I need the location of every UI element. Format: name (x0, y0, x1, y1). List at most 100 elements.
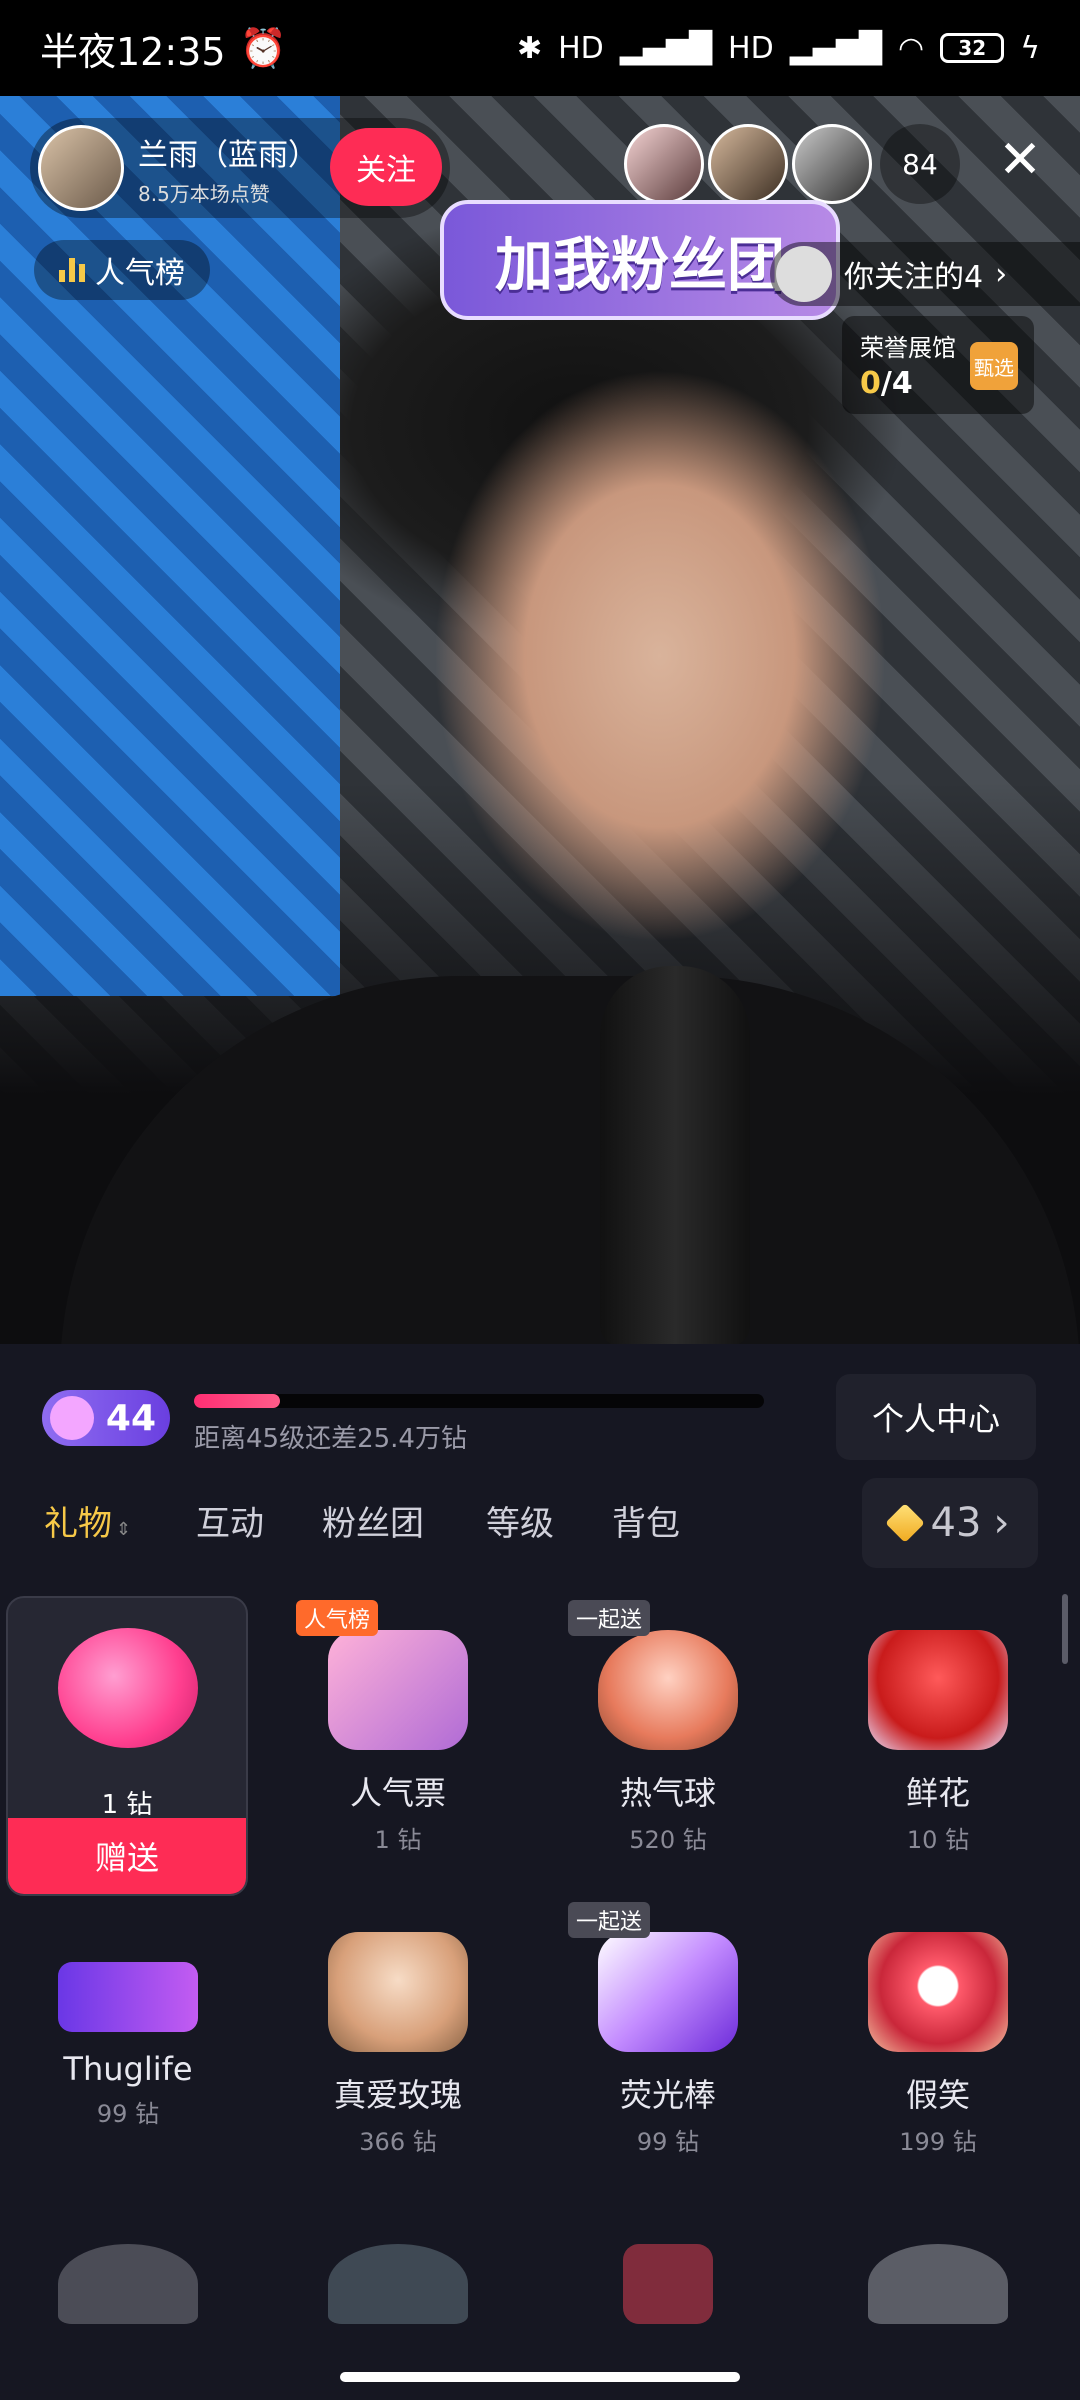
level-icon (50, 1396, 94, 1440)
gift-price: 199 钻 (899, 2128, 977, 2156)
gift-item-selected[interactable]: 1 钻 赠送 (6, 1596, 248, 1896)
honor-hall-done: 0 (860, 366, 881, 401)
honor-selection-icon: 甄选 (970, 342, 1018, 390)
gift-name: 真爱玫瑰 (333, 2076, 462, 2114)
gift-item[interactable]: 一起送 荧光棒 99 钻 (548, 1902, 788, 2157)
battery-icon: 32 (940, 33, 1005, 63)
host-name: 兰雨（蓝雨） (138, 137, 318, 173)
honor-hall-progress: 0/4 (860, 366, 913, 401)
viewer-avatar[interactable] (624, 124, 704, 204)
alarm-icon: ⏰ (239, 25, 287, 70)
level-progress-hint: 距离45级还差25.4万钻 (194, 1424, 467, 1454)
tab-level[interactable]: 等级 (486, 1496, 554, 1545)
signal-icon: ▂▄▆█ (789, 30, 883, 66)
background-wall (0, 96, 340, 996)
host-body (60, 976, 1080, 1344)
honor-hall-title: 荣誉展馆 (860, 334, 956, 362)
gift-icon (623, 2244, 713, 2324)
popularity-label: 人气榜 (95, 256, 185, 291)
following-label: 你关注的4 (844, 260, 984, 295)
gift-tag: 一起送 (568, 1902, 651, 1938)
following-entry[interactable]: 你关注的4 › (770, 242, 1080, 306)
chevron-right-icon: › (995, 256, 1008, 292)
status-bar: 半夜12:35 ⏰ ✱ HD ▂▄▆█ HD ▂▄▆█ ◠ 32 ϟ (0, 0, 1080, 96)
chevron-right-icon: › (993, 1500, 1010, 1546)
gift-price: 366 钻 (359, 2128, 437, 2156)
level-progress-fill (194, 1394, 280, 1408)
viewer-avatar[interactable] (708, 124, 788, 204)
gift-item[interactable]: 假笑 199 钻 (818, 1932, 1058, 2157)
chart-bars-icon (59, 258, 85, 282)
gift-item[interactable]: 一起送 热气球 520 钻 (548, 1600, 788, 1855)
sort-icon: ⇕ (116, 1519, 132, 1540)
viewer-avatar[interactable] (792, 124, 872, 204)
balance-value: 43 (930, 1500, 982, 1546)
gift-item[interactable]: 人气榜 人气票 1 钻 (278, 1600, 518, 1855)
gift-icon (328, 2244, 468, 2324)
level-progress-bar (194, 1394, 764, 1408)
rose-bouquet-icon (328, 1932, 468, 2052)
charging-icon: ϟ (1020, 30, 1040, 66)
gift-name: 热气球 (619, 1774, 716, 1812)
gift-name: Thuglife (63, 2050, 193, 2088)
home-indicator[interactable] (340, 2372, 740, 2382)
gift-price: 1 钻 (374, 1826, 422, 1854)
popularity-rank-button[interactable]: 人气榜 (34, 240, 210, 300)
gift-item[interactable]: 真爱玫瑰 366 钻 (278, 1932, 518, 2157)
tab-gifts[interactable]: 礼物 ⇕ (44, 1496, 131, 1545)
diamond-icon (884, 1503, 925, 1543)
wifi-icon: ◠ (898, 30, 925, 66)
status-time: 半夜12:35 (40, 29, 226, 74)
tab-interaction[interactable]: 互动 (196, 1496, 264, 1545)
gift-name: 荧光棒 (619, 2076, 716, 2114)
gift-icon (868, 2244, 1008, 2324)
honor-hall[interactable]: 荣誉展馆 0/4 甄选 (842, 316, 1034, 414)
scrollbar[interactable] (1062, 1594, 1068, 1664)
gift-name: 鲜花 (905, 1774, 970, 1812)
personal-center-button[interactable]: 个人中心 (836, 1374, 1036, 1460)
fake-smile-icon (868, 1932, 1008, 2052)
gift-item[interactable] (548, 2244, 788, 2324)
host-likes: 8.5万本场点赞 (138, 181, 270, 206)
tab-backpack[interactable]: 背包 (612, 1496, 680, 1545)
tab-fanclub[interactable]: 粉丝团 (322, 1496, 424, 1545)
gift-icon (58, 2244, 198, 2324)
gift-item[interactable] (818, 2244, 1058, 2324)
signal-2-label: HD (728, 30, 774, 66)
hot-air-balloon-icon (598, 1630, 738, 1750)
heart-gift-icon (58, 1628, 198, 1748)
gift-tag: 一起送 (568, 1600, 651, 1636)
send-gift-button[interactable]: 赠送 (8, 1818, 246, 1894)
follow-button[interactable]: 关注 (330, 128, 442, 206)
close-icon[interactable]: ✕ (990, 130, 1050, 190)
gift-price: 99 钻 (96, 2100, 160, 2128)
level-value: 44 (105, 1397, 156, 1439)
honor-hall-total: /4 (880, 366, 913, 401)
gift-price: 1 钻 (101, 1790, 153, 1820)
microphone (600, 966, 750, 1344)
signal-icon: ▂▄▆█ (619, 30, 713, 66)
glow-stick-icon (598, 1932, 738, 2052)
gift-price: 520 钻 (629, 1826, 707, 1854)
gift-item[interactable]: 鲜花 10 钻 (818, 1630, 1058, 1855)
gift-item[interactable]: Thuglife 99 钻 (8, 1932, 248, 2129)
host-avatar[interactable] (38, 125, 124, 211)
bluetooth-icon: ✱ (516, 30, 543, 66)
gift-name: 假笑 (905, 2076, 970, 2114)
following-avatar (776, 246, 832, 302)
diamond-balance[interactable]: 43 › (862, 1478, 1038, 1568)
ticket-gift-icon (328, 1630, 468, 1750)
gift-panel: 44 距离45级还差25.4万钻 个人中心 礼物 ⇕ 互动 粉丝团 等级 背包 4… (0, 1344, 1080, 2400)
flower-bouquet-icon (868, 1630, 1008, 1750)
gift-tag: 人气榜 (296, 1600, 379, 1636)
gift-price: 99 钻 (636, 2128, 700, 2156)
gift-name: 人气票 (349, 1774, 446, 1812)
gift-item[interactable] (278, 2244, 518, 2324)
viewer-count[interactable]: 84 (880, 124, 960, 204)
gift-item[interactable] (8, 2244, 248, 2324)
tab-label: 礼物 (44, 1504, 112, 1544)
sunglasses-gift-icon (58, 1962, 198, 2032)
signal-1-label: HD (558, 30, 604, 66)
level-badge[interactable]: 44 (42, 1390, 170, 1446)
gift-price: 10 钻 (906, 1826, 970, 1854)
